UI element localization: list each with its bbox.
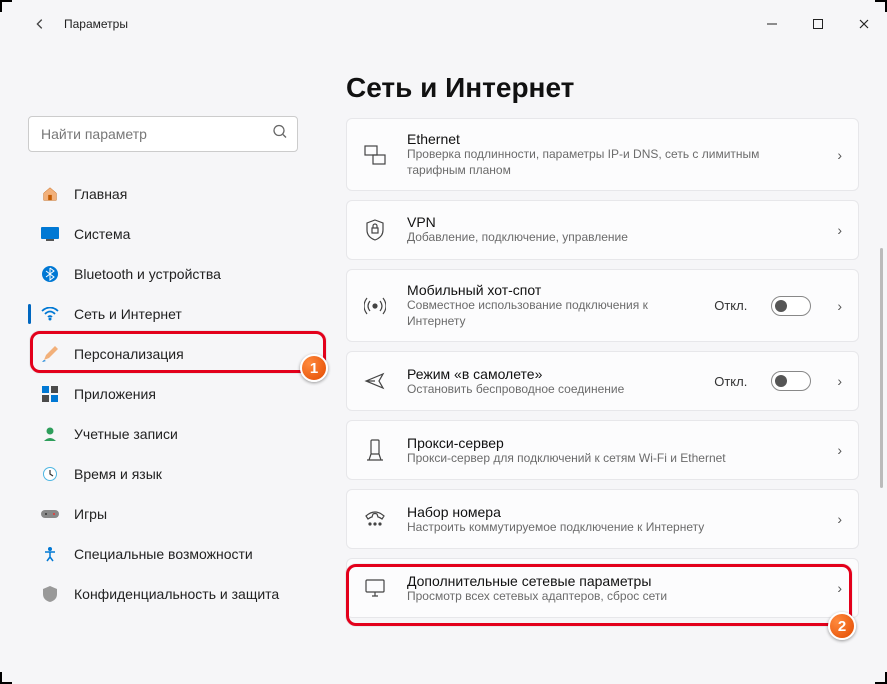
sidebar-item-label: Сеть и Интернет: [74, 306, 182, 322]
sidebar-item-label: Bluetooth и устройства: [74, 266, 221, 282]
sidebar-item-apps[interactable]: Приложения: [28, 374, 312, 414]
phone-icon: [361, 510, 389, 528]
chevron-right-icon: ›: [837, 298, 842, 314]
sidebar-item-label: Конфиденциальность и защита: [74, 586, 279, 602]
maximize-button[interactable]: [795, 8, 841, 40]
sidebar-item-accounts[interactable]: Учетные записи: [28, 414, 312, 454]
person-icon: [40, 424, 60, 444]
close-button[interactable]: [841, 8, 887, 40]
card-proxy[interactable]: Прокси-сервер Прокси-сервер для подключе…: [346, 420, 859, 480]
card-desc: Прокси-сервер для подключений к сетям Wi…: [407, 451, 819, 467]
card-ethernet[interactable]: Ethernet Проверка подлинности, параметры…: [346, 118, 859, 191]
sidebar-item-label: Время и язык: [74, 466, 162, 482]
card-title: Мобильный хот-спот: [407, 282, 696, 298]
sidebar-item-label: Игры: [74, 506, 107, 522]
sidebar-item-label: Главная: [74, 186, 127, 202]
airplane-icon: [361, 371, 389, 391]
accessibility-icon: [40, 544, 60, 564]
apps-icon: [40, 384, 60, 404]
sidebar: Главная Система Bluetooth и устройства С…: [0, 48, 320, 684]
ethernet-icon: [361, 145, 389, 165]
content-area: Сеть и Интернет Ethernet Проверка подлин…: [320, 48, 887, 684]
airplane-toggle[interactable]: [771, 371, 811, 391]
sidebar-item-label: Специальные возможности: [74, 546, 253, 562]
toggle-state: Откл.: [714, 298, 747, 313]
card-dialup[interactable]: Набор номера Настроить коммутируемое под…: [346, 489, 859, 549]
sidebar-item-personalization[interactable]: Персонализация: [28, 334, 312, 374]
toggle-state: Откл.: [714, 374, 747, 389]
search-input[interactable]: [28, 116, 298, 152]
chevron-right-icon: ›: [837, 147, 842, 163]
sidebar-item-gaming[interactable]: Игры: [28, 494, 312, 534]
card-desc: Остановить беспроводное соединение: [407, 382, 696, 398]
chevron-right-icon: ›: [837, 511, 842, 527]
page-title: Сеть и Интернет: [346, 72, 859, 104]
sidebar-item-home[interactable]: Главная: [28, 174, 312, 214]
chevron-right-icon: ›: [837, 222, 842, 238]
card-desc: Добавление, подключение, управление: [407, 230, 819, 246]
shield-icon: [40, 584, 60, 604]
home-icon: [40, 184, 60, 204]
app-title: Параметры: [64, 17, 128, 31]
card-title: VPN: [407, 214, 819, 230]
card-title: Ethernet: [407, 131, 819, 147]
vpn-shield-icon: [361, 219, 389, 241]
wifi-icon: [40, 304, 60, 324]
card-title: Режим «в самолете»: [407, 366, 696, 382]
card-vpn[interactable]: VPN Добавление, подключение, управление …: [346, 200, 859, 260]
gamepad-icon: [40, 504, 60, 524]
hotspot-toggle[interactable]: [771, 296, 811, 316]
sidebar-item-privacy[interactable]: Конфиденциальность и защита: [28, 574, 312, 614]
bluetooth-icon: [40, 264, 60, 284]
scrollbar[interactable]: [880, 248, 883, 488]
card-advanced-network[interactable]: Дополнительные сетевые параметры Просмот…: [346, 558, 859, 618]
brush-icon: [40, 344, 60, 364]
search-icon: [272, 124, 288, 145]
monitor-icon: [361, 578, 389, 598]
sidebar-item-bluetooth[interactable]: Bluetooth и устройства: [28, 254, 312, 294]
chevron-right-icon: ›: [837, 442, 842, 458]
sidebar-item-label: Персонализация: [74, 346, 184, 362]
card-title: Набор номера: [407, 504, 819, 520]
sidebar-item-time[interactable]: Время и язык: [28, 454, 312, 494]
sidebar-item-system[interactable]: Система: [28, 214, 312, 254]
sidebar-item-label: Приложения: [74, 386, 156, 402]
card-airplane[interactable]: Режим «в самолете» Остановить беспроводн…: [346, 351, 859, 411]
chevron-right-icon: ›: [837, 373, 842, 389]
card-hotspot[interactable]: Мобильный хот-спот Совместное использова…: [346, 269, 859, 342]
titlebar: Параметры: [0, 0, 887, 48]
card-desc: Просмотр всех сетевых адаптеров, сброс с…: [407, 589, 819, 605]
system-icon: [40, 224, 60, 244]
sidebar-item-label: Система: [74, 226, 130, 242]
card-desc: Совместное использование подключения к И…: [407, 298, 696, 329]
sidebar-item-accessibility[interactable]: Специальные возможности: [28, 534, 312, 574]
chevron-right-icon: ›: [837, 580, 842, 596]
card-desc: Проверка подлинности, параметры IP-и DNS…: [407, 147, 819, 178]
card-title: Дополнительные сетевые параметры: [407, 573, 819, 589]
card-title: Прокси-сервер: [407, 435, 819, 451]
hotspot-icon: [361, 296, 389, 316]
sidebar-item-network[interactable]: Сеть и Интернет: [28, 294, 312, 334]
sidebar-item-label: Учетные записи: [74, 426, 178, 442]
back-button[interactable]: [24, 8, 56, 40]
clock-icon: [40, 464, 60, 484]
minimize-button[interactable]: [749, 8, 795, 40]
card-desc: Настроить коммутируемое подключение к Ин…: [407, 520, 819, 536]
proxy-icon: [361, 439, 389, 461]
